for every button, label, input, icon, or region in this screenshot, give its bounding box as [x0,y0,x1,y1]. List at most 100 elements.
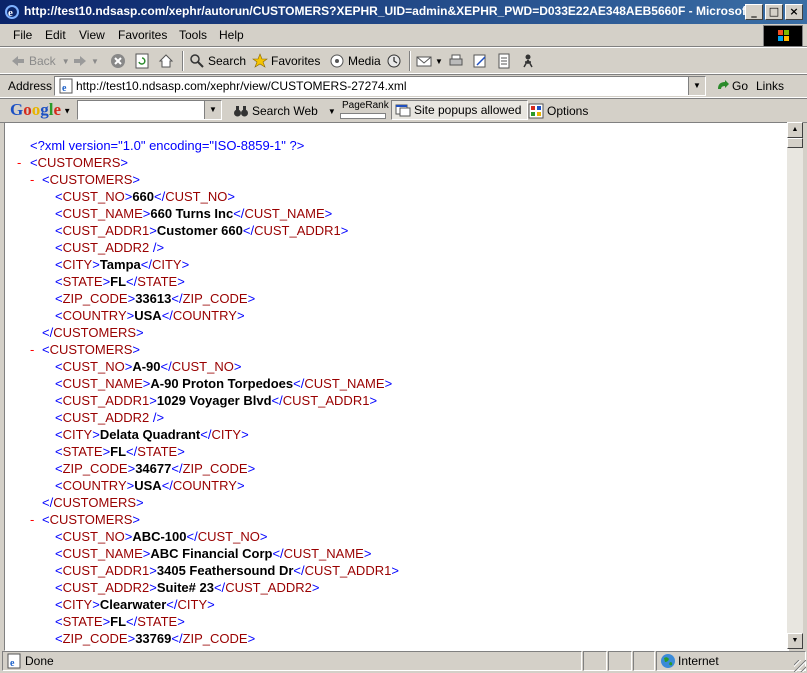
scroll-thumb[interactable] [787,138,803,148]
ie-page-icon: e [7,653,21,669]
resize-grip[interactable] [794,660,806,672]
xml-field: <CUST_NAME>660 Turns Inc</CUST_NAME> [55,206,333,221]
popup-blocker-button[interactable]: Site popups allowed [391,100,529,120]
xml-field: <CITY>Tampa</CITY> [55,257,190,272]
print-icon [449,54,463,66]
xml-field: <CUST_NO>660</CUST_NO> [55,189,235,204]
forward-arrow-icon [74,56,86,66]
status-main: e Done [2,651,582,671]
home-icon [158,54,174,68]
google-search-input[interactable]: ▼ [77,100,222,120]
status-zone: Internet [656,651,806,671]
xml-field: <STATE>FL</STATE> [55,614,185,629]
go-label: Go [732,79,749,93]
messenger-button[interactable] [520,52,539,70]
xml-element-open: <CUSTOMERS> [42,512,141,527]
xml-field: <CUST_NO>A-90</CUST_NO> [55,359,242,374]
back-arrow-icon [12,56,24,66]
collapse-toggle[interactable]: - [30,172,34,187]
menu-favorites[interactable]: Favorites [118,28,167,42]
discuss-button[interactable] [496,52,515,70]
menu-view[interactable]: View [79,28,105,42]
go-button[interactable]: Go [716,79,748,93]
edit-button[interactable] [472,52,491,70]
google-search-dropdown[interactable]: ▼ [204,101,221,119]
pagerank-bar [340,113,386,119]
menu-edit[interactable]: Edit [45,28,66,42]
pagerank-label: PageRank [342,100,389,111]
status-cell [608,651,632,671]
close-button[interactable]: × [785,4,803,20]
print-button[interactable] [448,52,467,70]
menu-tools[interactable]: Tools [179,28,207,42]
search-web-button[interactable]: Search Web ▼ [233,103,336,119]
search-icon [190,54,204,68]
xml-declaration: <?xml version="1.0" encoding="ISO-8859-1… [30,138,305,153]
options-label: Options [547,104,589,118]
xml-field: <ZIP_CODE>34677</ZIP_CODE> [55,461,256,476]
binoculars-icon [234,106,248,117]
refresh-button[interactable] [134,52,153,70]
edit-page-icon [473,54,486,68]
ie-logo-icon: e [5,5,19,19]
collapse-toggle[interactable]: - [30,512,34,527]
home-button[interactable] [158,52,177,70]
history-button[interactable] [386,52,405,70]
standard-toolbar: Back ▼ ▼ Search Favorites Media ▼ [0,47,807,75]
menu-bar: File Edit View Favorites Tools Help [0,24,807,47]
title-bar[interactable]: e http://test10.ndsasp.com/xephr/autorun… [0,0,807,24]
xml-field: <COUNTRY>USA</COUNTRY> [55,478,245,493]
media-icon [330,54,344,68]
scroll-down-button[interactable]: ▼ [787,633,803,649]
refresh-icon [135,53,149,69]
windows-logo-icon [763,25,803,47]
svg-text:e: e [10,658,15,669]
status-text: Done [25,654,54,668]
xml-root-open: <CUSTOMERS> [30,155,129,170]
menu-help[interactable]: Help [219,28,244,42]
xml-field: <CUST_ADDR1>1029 Voyager Blvd</CUST_ADDR… [55,393,378,408]
browser-window: e http://test10.ndsasp.com/xephr/autorun… [0,0,807,673]
messenger-icon [523,54,533,68]
popups-label: Site popups allowed [414,103,522,117]
media-button[interactable]: Media [329,52,381,70]
pagerank-indicator: PageRank [338,100,389,119]
scroll-up-button[interactable]: ▲ [787,122,803,138]
favorites-button[interactable]: Favorites [252,52,320,70]
collapse-toggle[interactable]: - [17,155,21,170]
status-cell [583,651,607,671]
options-button[interactable]: Options [528,103,588,119]
stop-icon [111,54,125,68]
xml-field: <CUST_NAME>ABC Financial Corp</CUST_NAME… [55,546,372,561]
zone-label: Internet [678,654,719,668]
stop-button[interactable] [110,52,129,70]
xml-field: <CUST_ADDR2 /> [55,240,165,255]
minimize-button[interactable]: _ [745,4,763,20]
options-icon [528,103,544,119]
collapse-toggle[interactable]: - [30,342,34,357]
status-cell [633,651,655,671]
menu-file[interactable]: File [13,28,32,42]
window-title: http://test10.ndsasp.com/xephr/autorun/C… [24,4,760,18]
favorites-star-icon [252,53,268,68]
forward-button[interactable]: ▼ [72,52,99,70]
page-content[interactable]: <?xml version="1.0" encoding="ISO-8859-1… [4,122,789,651]
discuss-icon [498,53,510,69]
vertical-scrollbar[interactable]: ▲ ▼ [787,122,803,649]
xml-field: <CUST_NO>ABC-100</CUST_NO> [55,529,268,544]
google-logo[interactable]: Google ▼ [10,100,71,120]
search-web-label: Search Web [252,104,318,118]
mail-button[interactable]: ▼ [416,52,443,70]
search-button[interactable]: Search [189,52,246,70]
maximize-button[interactable]: □ [765,4,783,20]
ie-page-icon: e [59,78,73,94]
xml-field: <CUST_NAME>A-90 Proton Torpedoes</CUST_N… [55,376,393,391]
address-input[interactable]: e http://test10.ndsasp.com/xephr/view/CU… [54,76,706,96]
mail-icon [416,56,432,67]
xml-element-close: </CUSTOMERS> [42,325,144,340]
links-button[interactable]: Links [756,79,784,93]
address-dropdown-button[interactable]: ▼ [688,77,705,95]
back-button[interactable]: Back ▼ [10,52,70,70]
media-label: Media [348,54,381,68]
xml-field: <ZIP_CODE>33769</ZIP_CODE> [55,631,256,646]
